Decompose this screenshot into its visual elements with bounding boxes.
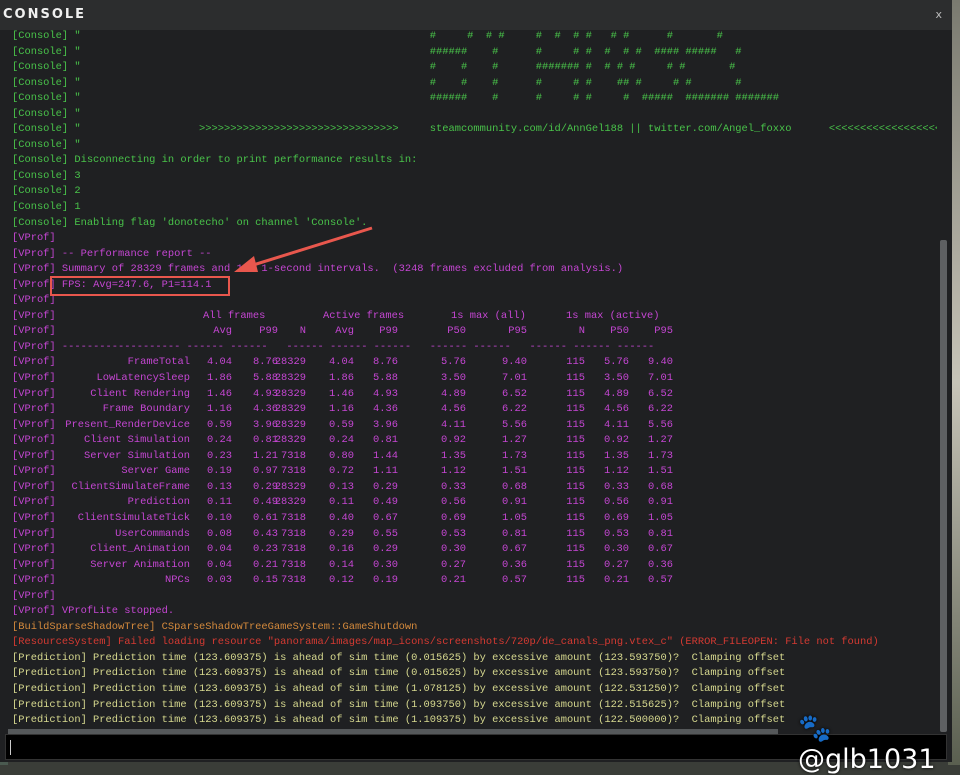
paw-icon: 🐾 (798, 713, 832, 744)
watermark: 🐾@glb1031 (798, 713, 936, 775)
annotation-arrow (234, 226, 373, 272)
